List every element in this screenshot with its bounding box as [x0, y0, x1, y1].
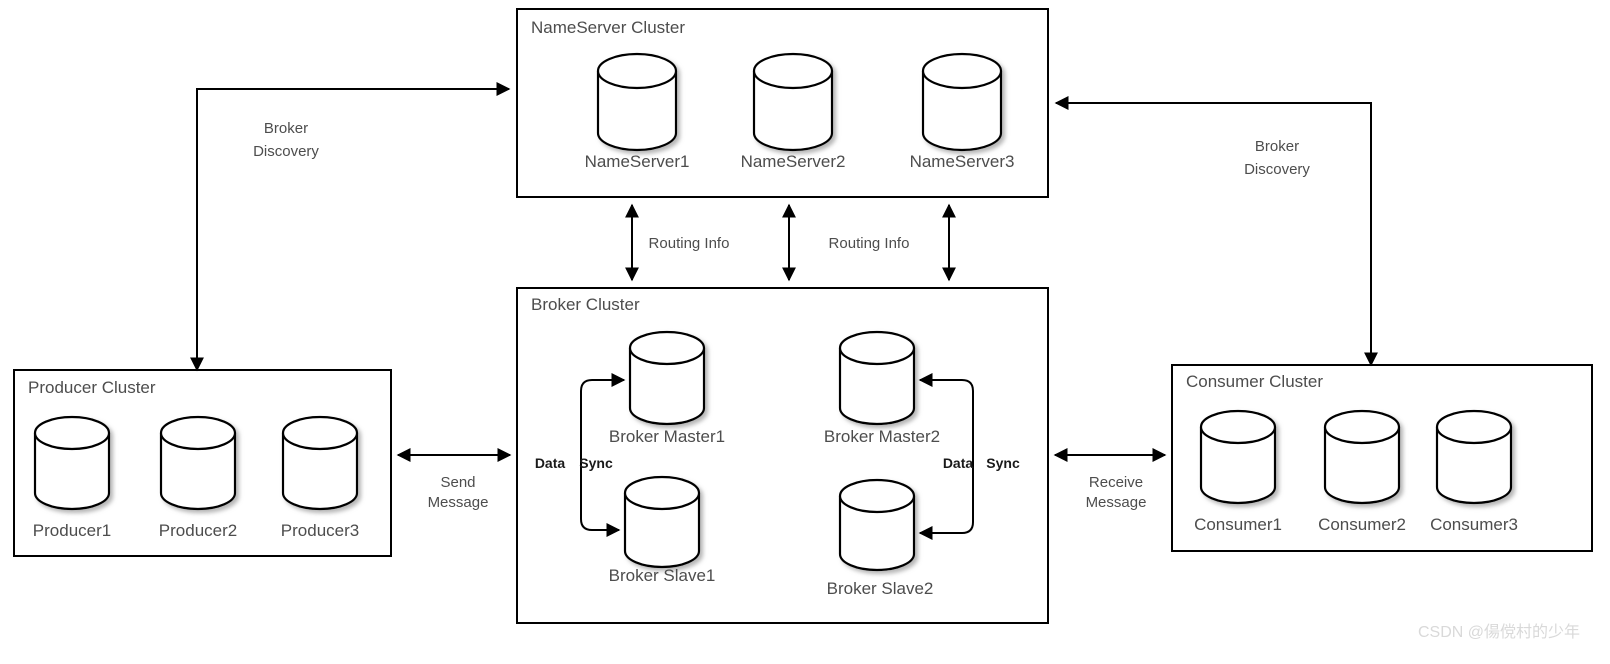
diagram-canvas: NameServer Cluster NameServer1 NameServe… — [13, 8, 1593, 641]
consumer1-label: Consumer1 — [1194, 515, 1282, 534]
producer-broker-discovery-label-line2: Discovery — [253, 143, 319, 160]
consumer-broker-discovery-label-line1: Broker — [1255, 138, 1299, 155]
nameserver2-cylinder-top — [752, 52, 834, 90]
send-message-label-line2: Message — [428, 494, 489, 511]
nameserver2-label: NameServer2 — [741, 152, 846, 171]
consumer2-cylinder-top — [1323, 409, 1401, 445]
routing-info-right-label: Routing Info — [829, 235, 910, 252]
producer1-cylinder-top — [33, 415, 111, 451]
nameserver3-node[interactable] — [921, 52, 1003, 152]
data-sync-left-label-word1: Data — [535, 455, 566, 471]
broker-slave2-node[interactable] — [838, 478, 916, 572]
broker-master2-cylinder-top — [838, 330, 916, 366]
producer1-label: Producer1 — [33, 521, 111, 540]
broker-master1-label: Broker Master1 — [609, 427, 725, 446]
receive-message-label-line2: Message — [1086, 494, 1147, 511]
broker-slave1-node[interactable] — [623, 475, 701, 569]
consumer2-label: Consumer2 — [1318, 515, 1406, 534]
consumer3-label: Consumer3 — [1430, 515, 1518, 534]
receive-message-label-line1: Receive — [1089, 474, 1143, 491]
broker-master1-cylinder-top — [628, 330, 706, 366]
consumer-cluster[interactable]: Consumer Cluster Consumer1 Consumer2 Con… — [1171, 364, 1593, 552]
broker-slave1-cylinder-top — [623, 475, 701, 511]
producer3-label: Producer3 — [281, 521, 359, 540]
producer3-node[interactable] — [281, 415, 359, 511]
producer2-cylinder-top — [159, 415, 237, 451]
nameserver1-node[interactable] — [596, 52, 678, 152]
consumer1-node[interactable] — [1199, 409, 1277, 505]
nameserver1-label: NameServer1 — [585, 152, 690, 171]
broker-slave1-label: Broker Slave1 — [609, 566, 716, 585]
nameserver2-node[interactable] — [752, 52, 834, 152]
nameserver-cluster[interactable]: NameServer Cluster NameServer1 NameServe… — [516, 8, 1049, 198]
send-message-label-line1: Send — [440, 474, 475, 491]
data-sync-right-label-word1: Data — [943, 455, 974, 471]
broker-cluster-title: Broker Cluster — [531, 295, 640, 314]
consumer-cluster-title: Consumer Cluster — [1186, 372, 1323, 391]
consumer-broker-discovery-connector — [1054, 96, 1378, 367]
broker-slave2-label: Broker Slave2 — [827, 579, 934, 598]
broker-master2-node[interactable] — [838, 330, 916, 426]
data-sync-right-label-word2: Sync — [986, 455, 1020, 471]
architecture-diagram: NameServer Cluster NameServer1 NameServe… — [0, 0, 1610, 664]
nameserver1-cylinder-top — [596, 52, 678, 90]
consumer2-node[interactable] — [1323, 409, 1401, 505]
routing-info-left-label: Routing Info — [649, 235, 730, 252]
consumer1-cylinder-top — [1199, 409, 1277, 445]
broker-slave2-cylinder-top — [838, 478, 916, 514]
producer-broker-discovery-connector — [190, 82, 511, 372]
nameserver3-label: NameServer3 — [910, 152, 1015, 171]
producer-cluster-title: Producer Cluster — [28, 378, 156, 397]
broker-master2-label: Broker Master2 — [824, 427, 940, 446]
producer-cluster[interactable]: Producer Cluster Producer1 Producer2 Pro… — [13, 369, 392, 557]
broker-master1-node[interactable] — [628, 330, 706, 426]
producer3-cylinder-top — [281, 415, 359, 451]
consumer-broker-discovery-label-line2: Discovery — [1244, 161, 1310, 178]
broker-cluster[interactable]: Broker Cluster Broker Master1 Broker Mas… — [516, 287, 1049, 624]
producer-broker-discovery-label-line1: Broker — [264, 120, 308, 137]
nameserver-cluster-title: NameServer Cluster — [531, 18, 685, 37]
producer2-label: Producer2 — [159, 521, 237, 540]
producer2-node[interactable] — [159, 415, 237, 511]
data-sync-left-label-word2: Sync — [579, 455, 613, 471]
producer1-node[interactable] — [33, 415, 111, 511]
consumer3-cylinder-top — [1435, 409, 1513, 445]
csdn-watermark: CSDN @偒傥村的少年 — [1418, 623, 1580, 641]
nameserver3-cylinder-top — [921, 52, 1003, 90]
consumer3-node[interactable] — [1435, 409, 1513, 505]
